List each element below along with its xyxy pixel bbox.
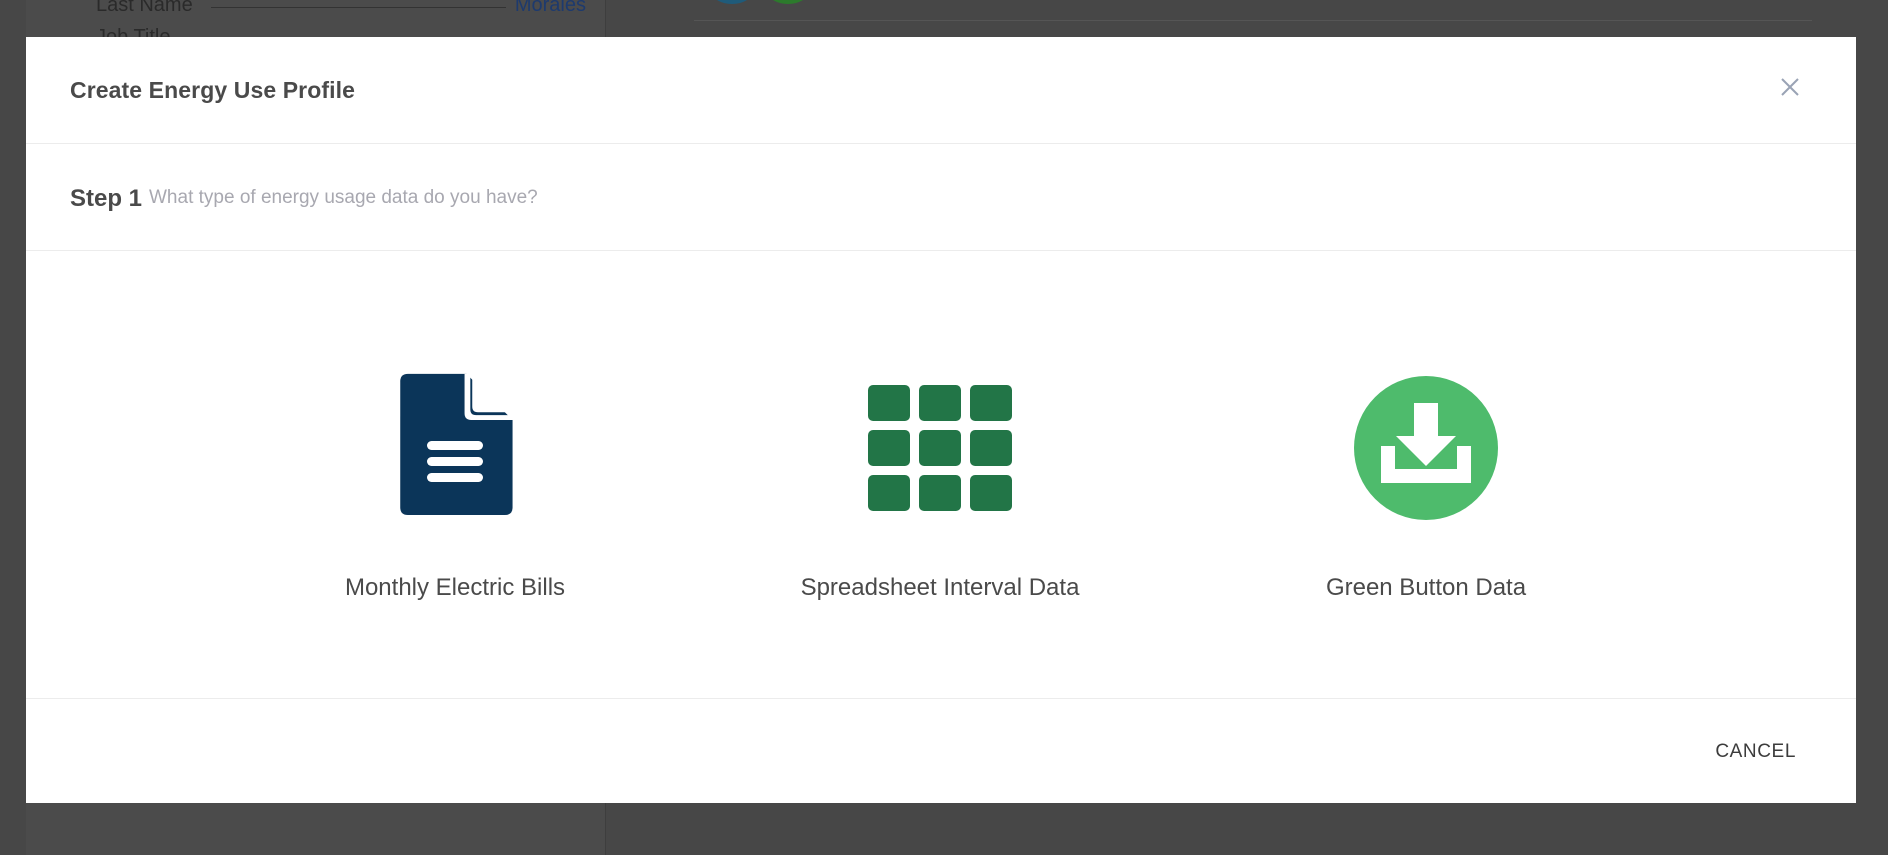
background-avatar	[712, 0, 752, 4]
close-button[interactable]	[1776, 73, 1804, 101]
cancel-button[interactable]: CANCEL	[1715, 741, 1796, 763]
background-last-name-label: Last Name	[96, 0, 193, 16]
option-label: Monthly Electric Bills	[344, 574, 566, 601]
dialog-footer: CANCEL	[26, 699, 1856, 803]
option-monthly-electric-bills[interactable]: Monthly Electric Bills	[265, 251, 645, 699]
download-icon	[1354, 376, 1498, 520]
background-divider	[694, 20, 1812, 21]
data-type-options: Monthly Electric Bills Spreadsheet Inter…	[26, 251, 1856, 699]
option-spreadsheet-interval-data[interactable]: Spreadsheet Interval Data	[750, 251, 1130, 699]
option-label: Green Button Data	[1325, 574, 1527, 601]
step-hint: What type of energy usage data do you ha…	[149, 187, 538, 208]
close-icon	[1781, 78, 1799, 96]
create-energy-profile-dialog: Create Energy Use Profile Step 1 What ty…	[26, 37, 1856, 803]
step-label: Step 1	[70, 185, 143, 212]
background-last-name-row: Last Name Morales	[96, 0, 586, 16]
background-last-name-value: Morales	[514, 0, 586, 16]
option-label: Spreadsheet Interval Data	[800, 574, 1080, 601]
dialog-title: Create Energy Use Profile	[70, 77, 356, 103]
grid-icon	[868, 385, 1012, 511]
background-avatar	[768, 0, 808, 4]
option-green-button-data[interactable]: Green Button Data	[1236, 251, 1616, 699]
dialog-header: Create Energy Use Profile	[26, 37, 1856, 144]
background-divider	[211, 7, 506, 8]
step-indicator: Step 1 What type of energy usage data do…	[26, 144, 1856, 251]
document-icon	[400, 373, 513, 515]
